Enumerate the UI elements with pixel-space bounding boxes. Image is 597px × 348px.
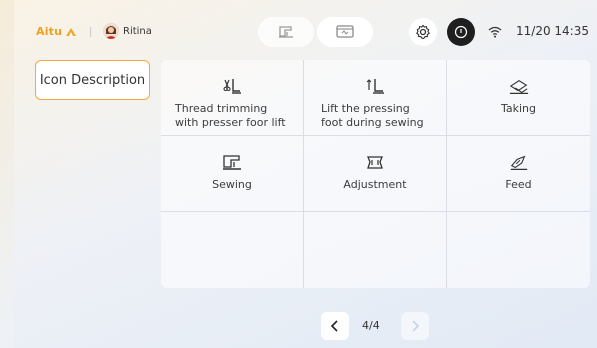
taking-icon (509, 79, 528, 94)
list-item-thread-trimming: Thread trimming with presser foor lift (161, 60, 304, 136)
user-name: Ritina (123, 26, 152, 37)
icon-description-grid: Thread trimming with presser foor lift L… (161, 60, 590, 288)
brand-mark-icon (66, 27, 77, 36)
list-item-label: Lift the pressing foot during sewing (321, 102, 424, 129)
brand-logo: Aitu (36, 25, 77, 38)
header-divider (90, 27, 91, 37)
avatar[interactable] (103, 23, 119, 39)
list-item-label: Taking (500, 102, 537, 115)
sewing-icon (223, 155, 241, 170)
sidebar-item-icon-description[interactable]: Icon Description (35, 60, 150, 100)
sidebar-item-label: Icon Description (39, 72, 146, 88)
screen-mode-button[interactable] (317, 17, 373, 47)
chevron-right-icon (412, 320, 420, 332)
gear-icon (416, 24, 430, 39)
date-time: 11/20 14:35 (516, 24, 589, 38)
thread-trim-presser-lift-icon (223, 79, 241, 94)
top-bar: Aitu Ritina 11/20 14:35 (14, 0, 597, 62)
wifi-icon (488, 26, 502, 38)
screen-icon (336, 25, 354, 38)
power-icon (454, 25, 468, 39)
list-item-lift-foot: Lift the pressing foot during sewing (304, 60, 447, 136)
empty-cell (447, 212, 590, 288)
list-item-adjustment: Adjustment (304, 136, 447, 212)
list-item-label: Sewing (212, 178, 252, 191)
list-item-label: Thread trimming with presser foor lift (175, 102, 286, 129)
previous-page-button[interactable] (321, 312, 349, 340)
page-indicator: 4/4 (362, 319, 380, 332)
brand-name: Aitu (36, 25, 63, 38)
lift-presser-foot-icon (366, 79, 384, 94)
sewing-mode-button[interactable] (258, 17, 314, 47)
next-page-button[interactable] (401, 312, 429, 340)
sewing-machine-icon (279, 26, 293, 38)
list-item-sewing: Sewing (161, 136, 304, 212)
adjustment-icon (367, 156, 383, 169)
settings-button[interactable] (409, 18, 437, 46)
user-avatar-icon (103, 23, 119, 39)
list-item-taking: Taking (447, 60, 590, 136)
list-item-label: Adjustment (343, 178, 407, 191)
empty-cell (304, 212, 447, 288)
list-item-label: Feed (505, 178, 532, 191)
power-button[interactable] (447, 18, 475, 46)
empty-cell (161, 212, 304, 288)
list-item-feed: Feed (447, 136, 590, 212)
chevron-left-icon (330, 320, 338, 332)
feed-icon (510, 155, 527, 170)
